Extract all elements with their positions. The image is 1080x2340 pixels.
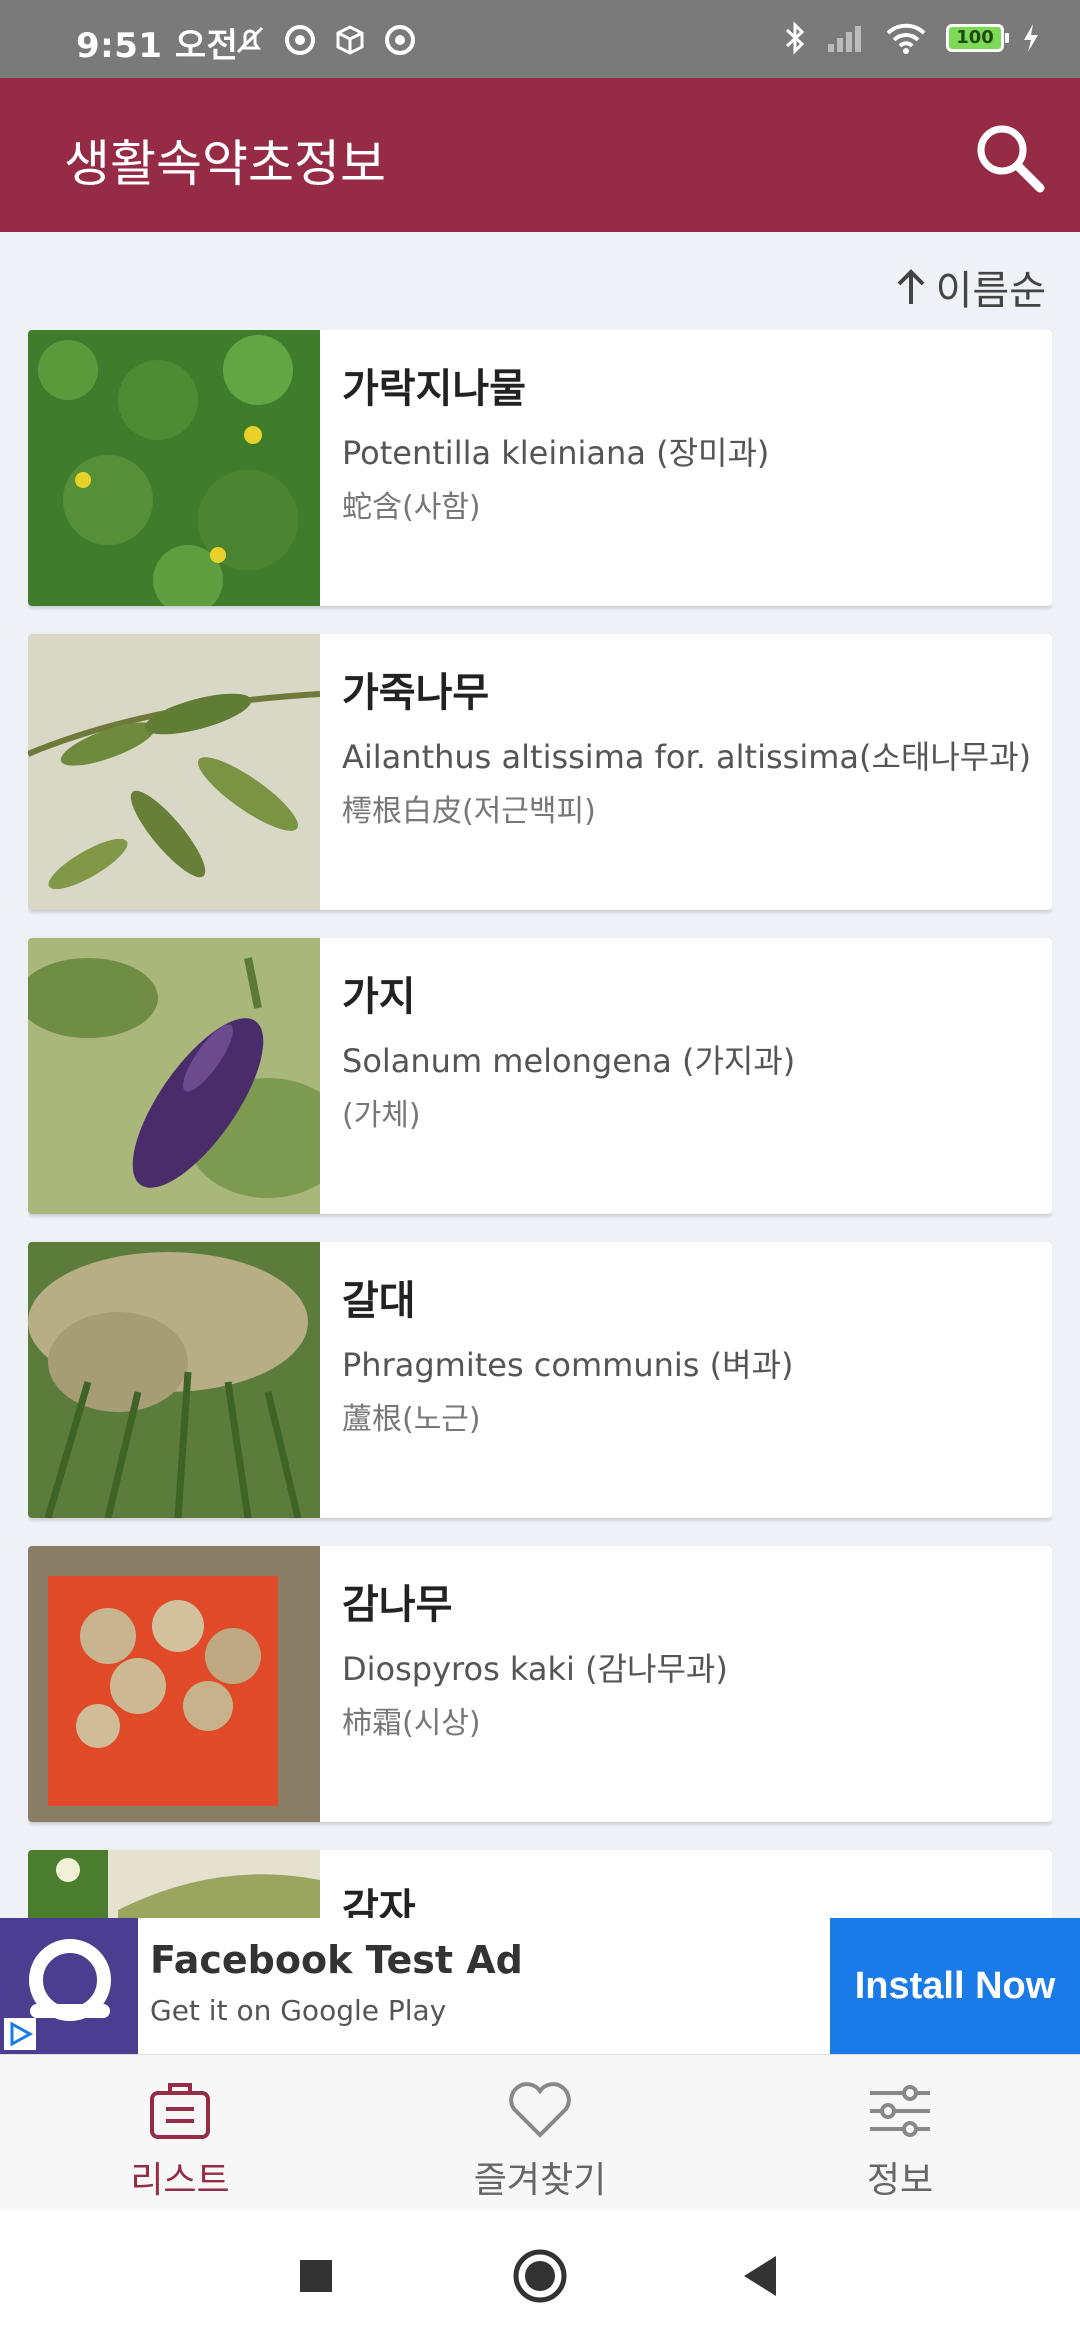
ad-title: Facebook Test Ad — [150, 1938, 523, 1982]
tab-info[interactable]: 정보 — [750, 2055, 1050, 2211]
package-icon — [336, 25, 364, 55]
tab-favorites[interactable]: 즐겨찾기 — [390, 2055, 690, 2211]
system-icons: 100 — [782, 20, 1040, 56]
bottom-navigation: 리스트 즐겨찾기 정보 — [0, 2054, 1080, 2211]
plant-name: 가죽나무 — [342, 670, 490, 716]
system-navigation-bar — [0, 2210, 1080, 2340]
status-bar: 9:51 오전 100 — [0, 0, 1080, 78]
ad-logo — [0, 1918, 138, 2054]
plant-name: 갈대 — [342, 1278, 416, 1324]
heart-icon — [509, 2082, 571, 2138]
tab-favorites-label: 즐겨찾기 — [473, 2160, 607, 2201]
plant-list[interactable]: 가락지나물 Potentilla kleiniana (장미과) 蛇含(사함) … — [28, 330, 1052, 1918]
sliders-icon — [870, 2085, 930, 2137]
notification-icons — [232, 22, 418, 58]
app-title: 생활속약초정보 — [64, 135, 386, 193]
list-item[interactable]: 감자 — [28, 1850, 1052, 1918]
plant-thumbnail — [28, 1546, 320, 1822]
mute-icon — [236, 26, 264, 54]
install-now-button[interactable]: Install Now — [830, 1918, 1080, 2054]
list-item[interactable]: 가죽나무 Ailanthus altissima for. altissima(… — [28, 634, 1052, 910]
plant-name: 가지 — [342, 974, 416, 1020]
status-time: 9:51 오전 — [76, 26, 239, 66]
sync-icon-2 — [385, 25, 415, 55]
charging-icon — [1024, 24, 1038, 52]
plant-thumbnail — [28, 1242, 320, 1518]
plant-thumbnail — [28, 330, 320, 606]
battery-icon: 100 — [946, 24, 1009, 52]
list-item[interactable]: 가지 Solanum melongena (가지과) (가체) — [28, 938, 1052, 1214]
list-item[interactable]: 가락지나물 Potentilla kleiniana (장미과) 蛇含(사함) — [28, 330, 1052, 606]
briefcase-icon — [150, 2083, 210, 2139]
back-button[interactable] — [740, 2254, 780, 2298]
plant-name: 가락지나물 — [342, 366, 526, 412]
sort-label: 이름순 — [935, 268, 1046, 314]
plant-name: 감나무 — [342, 1582, 453, 1628]
plant-scientific-name: Potentilla kleiniana (장미과) — [342, 434, 770, 472]
tab-list-label: 리스트 — [130, 2160, 230, 2201]
plant-scientific-name: Solanum melongena (가지과) — [342, 1042, 796, 1080]
plant-scientific-name: Ailanthus altissima for. altissima(소태나무과… — [342, 738, 1032, 776]
tab-info-label: 정보 — [866, 2160, 934, 2201]
ad-banner[interactable]: Facebook Test Ad Get it on Google Play I… — [0, 1918, 1080, 2054]
recents-button[interactable] — [298, 2258, 334, 2294]
plant-scientific-name: Diospyros kaki (감나무과) — [342, 1650, 728, 1688]
wifi-icon — [886, 23, 926, 54]
plant-herb-name: (가체) — [342, 1098, 421, 1133]
plant-name: 감자 — [342, 1886, 416, 1918]
arrow-up-icon — [897, 269, 925, 304]
plant-herb-name: 蛇含(사함) — [342, 490, 481, 525]
sync-icon — [285, 25, 315, 55]
plant-herb-name: 蘆根(노근) — [342, 1402, 481, 1437]
list-item[interactable]: 감나무 Diospyros kaki (감나무과) 柿霜(시상) — [28, 1546, 1052, 1822]
list-item[interactable]: 갈대 Phragmites communis (벼과) 蘆根(노근) — [28, 1242, 1052, 1518]
ad-subtitle: Get it on Google Play — [150, 1994, 447, 2027]
plant-thumbnail — [28, 938, 320, 1214]
plant-thumbnail — [28, 634, 320, 910]
plant-thumbnail — [28, 1850, 320, 1918]
search-icon[interactable] — [970, 118, 1050, 198]
sort-toggle[interactable]: 이름순 — [894, 258, 1046, 316]
plant-scientific-name: Phragmites communis (벼과) — [342, 1346, 794, 1384]
bluetooth-icon — [785, 21, 805, 55]
plant-herb-name: 樗根白皮(저근백피) — [342, 794, 596, 829]
adchoices-icon[interactable] — [4, 2018, 36, 2050]
plant-herb-name: 柿霜(시상) — [342, 1706, 481, 1741]
signal-icon — [828, 26, 861, 52]
tab-list[interactable]: 리스트 — [30, 2055, 330, 2211]
app-bar: 생활속약초정보 — [0, 78, 1080, 232]
home-button[interactable] — [512, 2248, 568, 2304]
